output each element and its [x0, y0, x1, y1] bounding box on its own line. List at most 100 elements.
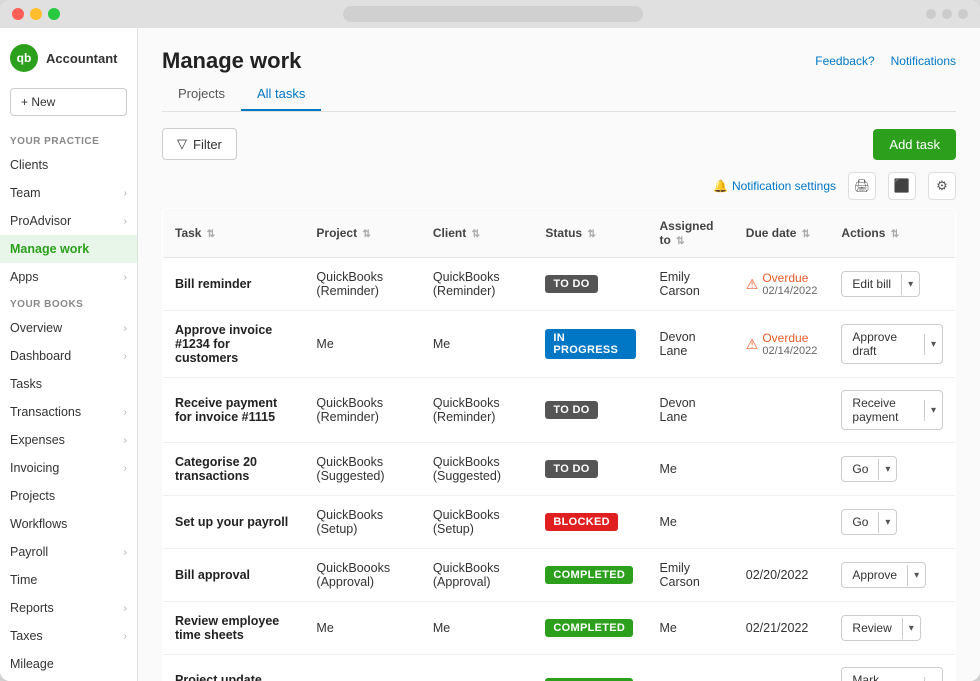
- export-button[interactable]: ⬛: [888, 172, 916, 200]
- sidebar-item-mileage[interactable]: Mileage: [0, 650, 137, 678]
- sidebar-item-tasks[interactable]: Tasks: [0, 370, 137, 398]
- assigned-to-cell: Devon Lane: [648, 378, 734, 443]
- col-header-actions[interactable]: Actions ⇅: [829, 209, 955, 258]
- action-button[interactable]: Approve draft▾: [841, 324, 943, 364]
- action-button-arrow[interactable]: ▾: [907, 565, 925, 586]
- status-cell: COMPLETED: [533, 602, 647, 655]
- sidebar-item-expenses[interactable]: Expenses›: [0, 426, 137, 454]
- action-button-arrow[interactable]: ▾: [924, 677, 942, 681]
- assigned-to-cell: Emily Carson: [648, 549, 734, 602]
- sidebar-item-time[interactable]: Time: [0, 566, 137, 594]
- url-bar: [343, 6, 643, 22]
- tab-all-tasks[interactable]: All tasks: [241, 78, 321, 111]
- action-button[interactable]: Receive payment▾: [841, 390, 943, 430]
- overdue-label: Overdue: [762, 271, 817, 285]
- sidebar-item-taxes[interactable]: Taxes›: [0, 622, 137, 650]
- action-button-arrow[interactable]: ▾: [901, 274, 919, 295]
- action-button[interactable]: Edit bill▾: [841, 271, 920, 297]
- action-button[interactable]: Go▾: [841, 456, 897, 482]
- sidebar-item-transactions[interactable]: Transactions›: [0, 398, 137, 426]
- maximize-button[interactable]: [48, 8, 60, 20]
- col-header-client[interactable]: Client ⇅: [421, 209, 534, 258]
- filter-icon: ▽: [177, 136, 187, 152]
- action-button-label: Approve draft: [842, 325, 924, 363]
- task-cell: Approve invoice #1234 for customers: [163, 311, 305, 378]
- sidebar: qb Accountant + New YOUR PRACTICEClients…: [0, 28, 138, 681]
- add-task-button[interactable]: Add task: [873, 129, 956, 160]
- sidebar-item-label: Tasks: [10, 377, 42, 391]
- action-button-arrow[interactable]: ▾: [924, 400, 942, 421]
- sidebar-item-proadvisor[interactable]: ProAdvisor›: [0, 207, 137, 235]
- task-cell: Project update checklist ▾: [163, 655, 305, 681]
- tab-projects[interactable]: Projects: [162, 78, 241, 111]
- feedback-link[interactable]: Feedback?: [815, 54, 874, 68]
- sidebar-item-reports[interactable]: Reports›: [0, 594, 137, 622]
- client-cell: QuickBooks (Suggested): [421, 443, 534, 496]
- client-cell: QuickBooks (Reminder): [421, 378, 534, 443]
- chevron-icon: ›: [124, 323, 127, 334]
- action-button[interactable]: Mark complete▾: [841, 667, 943, 681]
- notification-settings[interactable]: 🔔 Notification settings: [713, 179, 836, 193]
- main-area: Manage work Feedback? Notifications Proj…: [138, 28, 980, 681]
- action-button-arrow[interactable]: ▾: [878, 512, 896, 533]
- task-cell: Set up your payroll: [163, 496, 305, 549]
- sidebar-item-clients[interactable]: Clients: [0, 151, 137, 179]
- due-date-cell: [734, 496, 830, 549]
- col-header-status[interactable]: Status ⇅: [533, 209, 647, 258]
- titlebar-center: [66, 6, 920, 22]
- due-date-cell: 02/20/2022: [734, 549, 830, 602]
- sidebar-item-label: Payroll: [10, 545, 48, 559]
- task-cell: Bill reminder: [163, 258, 305, 311]
- table-row: Receive payment for invoice #1115 QuickBo…: [163, 378, 956, 443]
- sidebar-item-team[interactable]: Team›: [0, 179, 137, 207]
- sidebar-item-invoicing[interactable]: Invoicing›: [0, 454, 137, 482]
- app-window: qb Accountant + New YOUR PRACTICEClients…: [0, 0, 980, 681]
- chevron-icon: ›: [124, 351, 127, 362]
- sidebar-item-label: Manage work: [10, 242, 89, 256]
- col-header-project[interactable]: Project ⇅: [304, 209, 420, 258]
- due-date-container: ⚠Overdue02/14/2022: [746, 331, 818, 357]
- action-button[interactable]: Go▾: [841, 509, 897, 535]
- table-row: Categorise 20 transactionsQuickBooks (Su…: [163, 443, 956, 496]
- print-button[interactable]: 🖨: [848, 172, 876, 200]
- notifications-link[interactable]: Notifications: [891, 54, 956, 68]
- col-header-due_date[interactable]: Due date ⇅: [734, 209, 830, 258]
- table-body: Bill reminderQuickBooks (Reminder)QuickB…: [163, 258, 956, 681]
- sidebar-item-manage-work[interactable]: Manage work: [0, 235, 137, 263]
- header-row: Task ⇅Project ⇅Client ⇅Status ⇅Assigned …: [163, 209, 956, 258]
- action-button-arrow[interactable]: ▾: [878, 459, 896, 480]
- status-badge: TO DO: [545, 460, 597, 478]
- task-name: Bill approval: [175, 568, 250, 582]
- sidebar-item-apps[interactable]: Apps›: [0, 263, 137, 291]
- page-title: Manage work: [162, 48, 301, 74]
- sidebar-item-projects[interactable]: Projects: [0, 482, 137, 510]
- settings-button[interactable]: ⚙: [928, 172, 956, 200]
- tasks-table: Task ⇅Project ⇅Client ⇅Status ⇅Assigned …: [162, 208, 956, 681]
- sidebar-item-overview[interactable]: Overview›: [0, 314, 137, 342]
- action-button-arrow[interactable]: ▾: [924, 334, 942, 355]
- task-name: Receive payment for invoice #1115: [175, 396, 277, 424]
- toolbar: ▽ Filter Add task: [162, 128, 956, 160]
- new-button[interactable]: + New: [10, 88, 127, 116]
- action-button-label: Receive payment: [842, 391, 924, 429]
- overdue-icon: ⚠: [746, 276, 759, 293]
- assigned-to-cell: Me: [648, 443, 734, 496]
- action-button-arrow[interactable]: ▾: [902, 618, 920, 639]
- action-button-label: Review: [842, 616, 901, 640]
- sidebar-item-workflows[interactable]: Workflows: [0, 510, 137, 538]
- sidebar-nav: YOUR PRACTICEClientsTeam›ProAdvisor›Mana…: [0, 128, 137, 681]
- col-header-assigned_to[interactable]: Assigned to ⇅: [648, 209, 734, 258]
- filter-button[interactable]: ▽ Filter: [162, 128, 237, 160]
- action-button[interactable]: Approve▾: [841, 562, 926, 588]
- page-header: Manage work Feedback? Notifications: [162, 48, 956, 74]
- sort-icon: ⇅: [472, 229, 480, 240]
- client-cell: QuickBooks (Setup): [421, 496, 534, 549]
- due-date-cell: [734, 378, 830, 443]
- minimize-button[interactable]: [30, 8, 42, 20]
- sidebar-item-dashboard[interactable]: Dashboard›: [0, 342, 137, 370]
- action-button-label: Approve: [842, 563, 907, 587]
- col-header-task[interactable]: Task ⇅: [163, 209, 305, 258]
- close-button[interactable]: [12, 8, 24, 20]
- sidebar-item-payroll[interactable]: Payroll›: [0, 538, 137, 566]
- action-button[interactable]: Review▾: [841, 615, 920, 641]
